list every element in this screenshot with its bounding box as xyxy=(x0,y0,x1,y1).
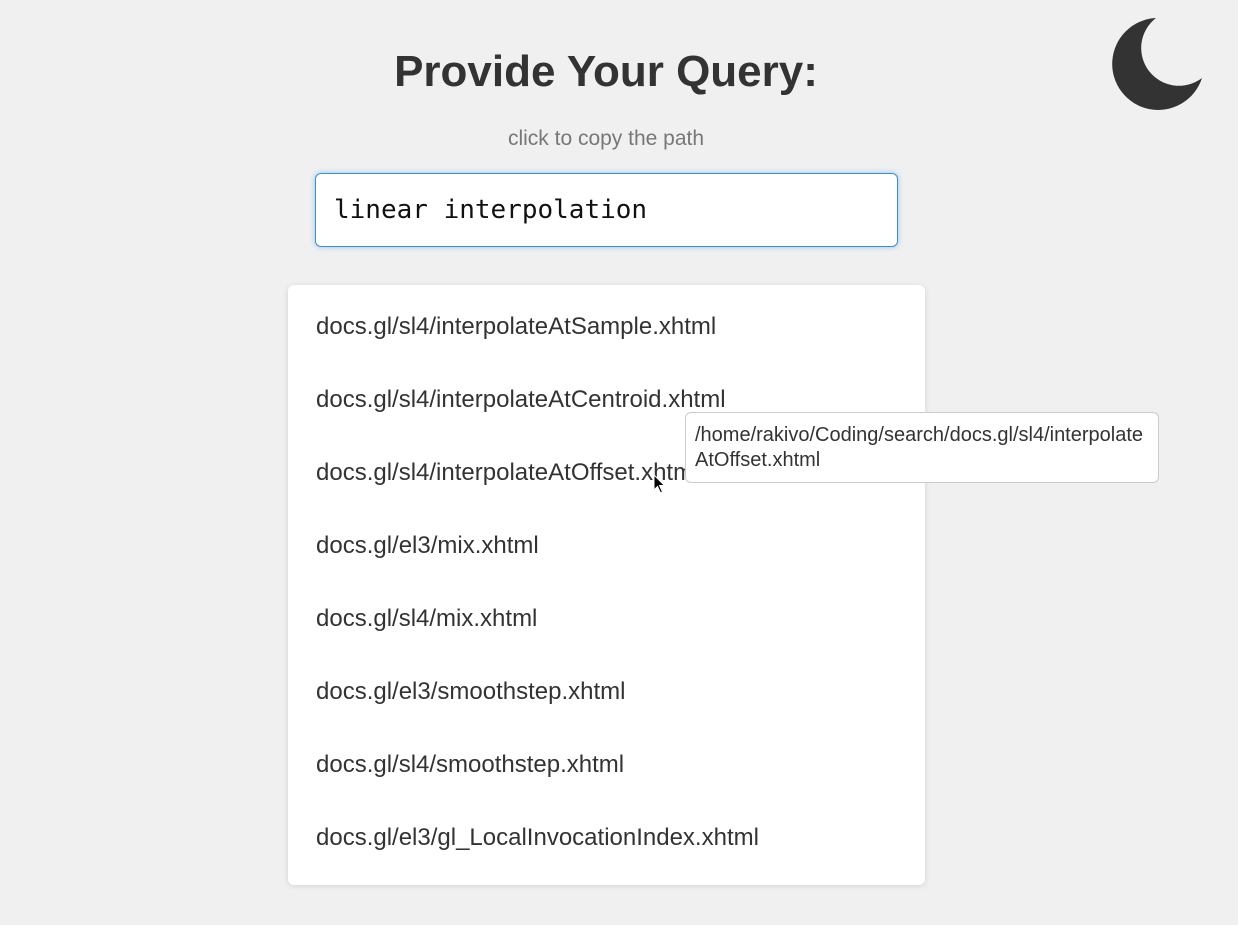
page-title: Provide Your Query: xyxy=(394,47,818,96)
result-item[interactable]: docs.gl/el3/smoothstep.xhtml xyxy=(316,677,625,707)
result-item[interactable]: docs.gl/el3/mix.xhtml xyxy=(316,531,539,561)
moon-icon[interactable] xyxy=(1108,16,1204,112)
result-item[interactable]: docs.gl/el3/gl_LocalInvocationIndex.xhtm… xyxy=(316,823,759,853)
path-tooltip: /home/rakivo/Coding/search/docs.gl/sl4/i… xyxy=(685,412,1159,483)
result-item[interactable]: docs.gl/sl4/interpolateAtCentroid.xhtml xyxy=(316,385,726,415)
mouse-cursor-icon xyxy=(653,473,667,494)
result-item[interactable]: docs.gl/sl4/interpolateAtOffset.xhtml xyxy=(316,458,698,488)
results-list: docs.gl/sl4/interpolateAtSample.xhtml do… xyxy=(288,285,925,885)
search-input[interactable] xyxy=(315,173,898,247)
result-item[interactable]: docs.gl/sl4/mix.xhtml xyxy=(316,604,537,634)
result-item[interactable]: docs.gl/sl4/smoothstep.xhtml xyxy=(316,750,624,780)
page-subtitle: click to copy the path xyxy=(507,127,705,150)
result-item[interactable]: docs.gl/sl4/interpolateAtSample.xhtml xyxy=(316,312,716,342)
